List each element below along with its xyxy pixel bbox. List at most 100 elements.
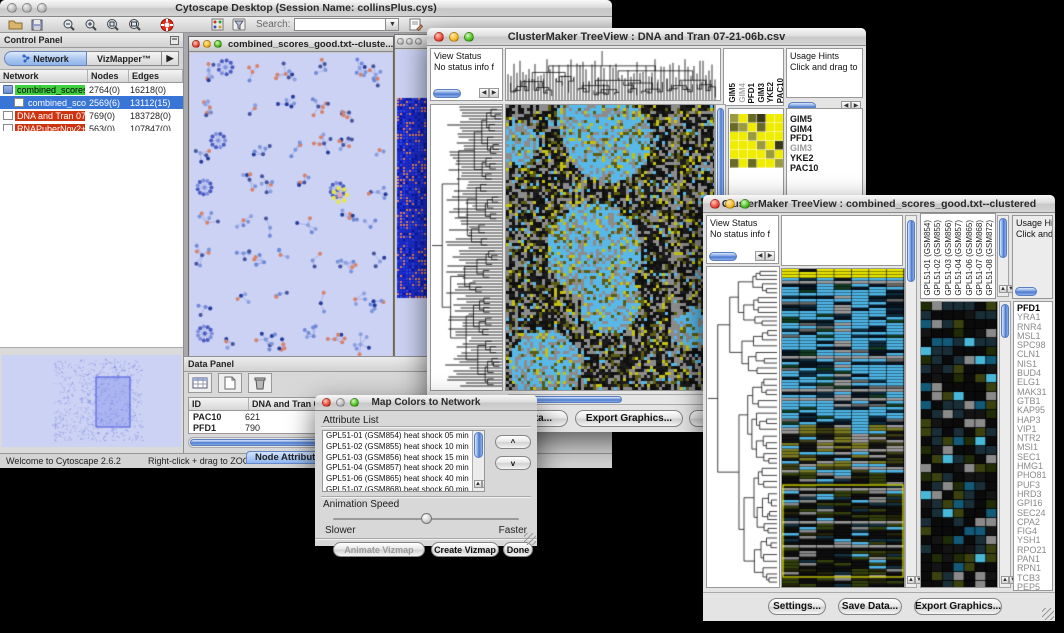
create-vizmap-button[interactable]: Create Vizmap <box>431 542 499 557</box>
tv2-heatmap[interactable] <box>781 268 905 588</box>
attribute-list-scrollbar[interactable]: ▲▼ <box>472 431 484 491</box>
zoom-selected-icon[interactable] <box>102 15 124 35</box>
tv2-row-dendrogram[interactable] <box>706 266 780 588</box>
scroll-up-icon[interactable]: ▲ <box>907 576 915 584</box>
slider-thumb[interactable] <box>421 513 432 524</box>
column-label[interactable]: PFD1 <box>747 83 756 103</box>
attribute-table-icon[interactable] <box>188 373 212 393</box>
network-view-1-canvas[interactable] <box>190 53 392 360</box>
export-graphics-button[interactable]: Export Graphics... <box>575 410 683 427</box>
gene-label[interactable]: PAC10 <box>787 164 862 174</box>
delete-attribute-icon[interactable] <box>248 373 272 393</box>
column-label[interactable]: YKE2 <box>766 82 775 103</box>
new-attribute-icon[interactable] <box>218 373 242 393</box>
save-data-button[interactable]: Save Data... <box>838 598 902 615</box>
settings-button[interactable]: Settings... <box>768 598 826 615</box>
tab-network[interactable]: Network <box>4 51 87 66</box>
column-label[interactable]: GPL51-04 (GSM857) <box>954 220 963 296</box>
network-view-2-canvas[interactable] <box>396 50 430 362</box>
column-label[interactable]: GIM3 <box>757 83 766 103</box>
column-label[interactable]: GIM5 <box>728 83 737 103</box>
annotation-icon[interactable] <box>405 15 427 35</box>
scroll-up-icon[interactable]: ▲ <box>1001 576 1009 584</box>
scroll-right-icon[interactable]: ▶ <box>765 251 775 261</box>
column-label[interactable]: GPL51-06 (GSM865) <box>965 220 974 296</box>
float-panel-icon[interactable] <box>170 36 179 45</box>
scroll-up-icon[interactable]: ▲ <box>474 480 482 488</box>
network-table-row[interactable]: combined_scores 2764(0) 16218(0) <box>0 83 183 96</box>
close-button[interactable] <box>7 3 17 13</box>
tv2-top-dendrogram-area[interactable] <box>781 215 903 266</box>
tv1-heatmap[interactable] <box>505 104 715 391</box>
help-lifebuoy-icon[interactable] <box>156 15 178 35</box>
save-icon[interactable] <box>26 15 48 35</box>
plugins-icon[interactable] <box>206 15 228 35</box>
scroll-left-icon[interactable]: ◀ <box>479 88 489 98</box>
close-button[interactable] <box>322 398 331 407</box>
move-down-button[interactable]: v <box>495 456 531 470</box>
column-label[interactable]: GPL51-08 (GSM872) <box>985 220 994 296</box>
zoom-fit-icon[interactable] <box>124 15 146 35</box>
scroll-left-icon[interactable]: ◀ <box>755 251 765 261</box>
view-status-scrollbar[interactable]: ◀ ▶ <box>433 87 499 99</box>
attribute-list-item[interactable]: GPL51-01 (GSM854) heat shock 05 min <box>323 431 471 442</box>
attribute-list-item[interactable]: GPL51-02 (GSM855) heat shock 10 min <box>323 442 471 453</box>
tab-overflow-arrow[interactable]: ▶ <box>162 51 179 66</box>
network-overview-canvas[interactable] <box>2 355 181 447</box>
tv1-mini-matrix[interactable] <box>730 114 784 168</box>
resize-grip[interactable] <box>1042 608 1054 620</box>
close-button[interactable] <box>710 199 720 209</box>
dialog-titlebar[interactable]: Map Colors to Network <box>315 395 537 411</box>
attribute-list-item[interactable]: GPL51-03 (GSM856) heat shock 15 min <box>323 453 471 464</box>
animation-speed-slider[interactable] <box>333 514 519 524</box>
frame1-zoom-button[interactable] <box>214 40 222 48</box>
move-up-button[interactable]: ^ <box>495 435 531 449</box>
zoom-button[interactable] <box>350 398 359 407</box>
column-label[interactable]: GPL51-07 (GSM868) <box>975 220 984 296</box>
tv2-usage-scrollbar[interactable] <box>1015 285 1051 297</box>
view-status-scrollbar[interactable]: ◀ ▶ <box>709 250 775 262</box>
minimize-button[interactable] <box>336 398 345 407</box>
column-label[interactable]: GPL51-03 (GSM856) <box>944 220 953 296</box>
tv2-zoom-heatmap[interactable] <box>920 301 998 588</box>
frame2-minimize-button[interactable] <box>406 38 413 45</box>
minimize-button[interactable] <box>725 199 735 209</box>
tv2-heatmap-vscrollbar[interactable]: ▲▼ <box>905 215 917 588</box>
zoom-button[interactable] <box>37 3 47 13</box>
column-label[interactable]: GIM4 <box>738 83 747 103</box>
attribute-list-item[interactable]: GPL51-06 (GSM865) heat shock 40 min <box>323 474 471 485</box>
column-label[interactable]: PAC10 <box>776 78 785 103</box>
search-input[interactable] <box>294 18 386 31</box>
column-label[interactable]: GPL51-02 (GSM855) <box>933 220 942 296</box>
close-button[interactable] <box>434 32 444 42</box>
network-table-row[interactable]: combined_sco 2569(6) 13112(15) <box>0 96 183 109</box>
gene-label[interactable]: PEP5 <box>1014 583 1052 591</box>
zoom-button[interactable] <box>464 32 474 42</box>
frame1-close-button[interactable] <box>192 40 200 48</box>
scroll-right-icon[interactable]: ▶ <box>489 88 499 98</box>
frame1-minimize-button[interactable] <box>203 40 211 48</box>
filter-window-icon[interactable] <box>228 15 250 35</box>
tv2-zoom-vscrollbar[interactable]: ▲▼ <box>999 301 1011 588</box>
animate-vizmap-button[interactable]: Animate Vizmap <box>333 542 425 557</box>
tv1-row-dendrogram[interactable] <box>430 104 503 391</box>
minimize-button[interactable] <box>22 3 32 13</box>
zoom-in-icon[interactable] <box>80 15 102 35</box>
tv1-heatmap-hscrollbar[interactable] <box>505 394 726 405</box>
search-dropdown-arrow[interactable]: ▼ <box>386 18 399 31</box>
resize-grip[interactable] <box>524 533 536 545</box>
network-table-row[interactable]: DNA and Tran 07 769(0) 183728(0) <box>0 109 183 122</box>
tv1-titlebar[interactable]: ClusterMaker TreeView : DNA and Tran 07-… <box>427 28 866 46</box>
scroll-down-icon[interactable]: ▼ <box>482 480 485 488</box>
zoom-out-icon[interactable] <box>58 15 80 35</box>
open-file-icon[interactable] <box>4 15 26 35</box>
attribute-list-item[interactable]: GPL51-04 (GSM857) heat shock 20 min <box>323 463 471 474</box>
export-graphics-button[interactable]: Export Graphics... <box>914 598 1002 615</box>
column-label[interactable]: GPL51-01 (GSM854) <box>923 220 932 296</box>
tv1-top-dendrogram[interactable] <box>505 48 721 101</box>
tab-vizmapper[interactable]: VizMapper™ <box>87 51 162 66</box>
zoom-button[interactable] <box>740 199 750 209</box>
frame2-close-button[interactable] <box>397 38 404 45</box>
tv2-titlebar[interactable]: ClusterMaker TreeView : combined_scores_… <box>703 195 1055 213</box>
tv2-collabel-scrollbar[interactable]: ▲▼ <box>997 215 1009 297</box>
